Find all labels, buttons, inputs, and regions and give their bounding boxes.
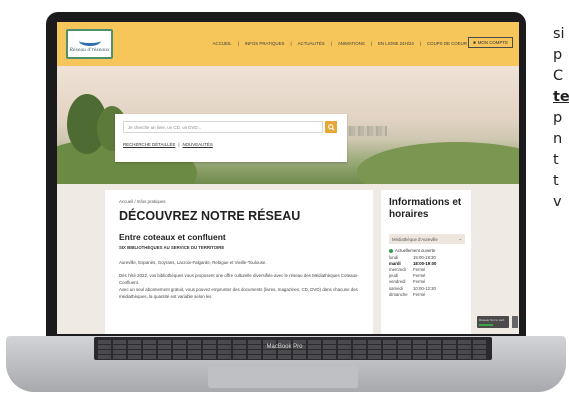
logo-text: Réseau d'réseaux (69, 47, 110, 53)
side-text-line: v (553, 194, 562, 210)
chevron-down-icon: ⌄ (458, 236, 462, 241)
user-icon: ■ (473, 40, 476, 45)
site-logo[interactable]: Réseau d'réseaux (66, 29, 113, 59)
side-text-link[interactable]: te (553, 87, 569, 108)
side-text-line: n (553, 131, 563, 147)
paragraph: Avec un seul abonnement gratuit, vous po… (119, 287, 358, 299)
key-row (98, 350, 488, 354)
side-text-line: p (553, 47, 563, 63)
open-status: Actuellement ouverte (389, 248, 435, 253)
laptop-screen: Réseau d'réseaux ACCUEIL | INFOS PRATIQU… (57, 22, 519, 334)
side-text-line: C (553, 68, 564, 84)
account-button[interactable]: ■ MON COMPTE (468, 37, 513, 48)
hours-row: dimanche Fermé (389, 291, 426, 297)
hill (357, 142, 519, 184)
advanced-search-link[interactable]: RECHERCHE DÉTAILLÉE (123, 142, 175, 147)
account-button-label: MON COMPTE (477, 40, 508, 45)
library-select-value: Médiathèque d'Aureville (392, 236, 438, 242)
opening-hours: lundi 15:00-18:30 mardi 18:00-19:00 mercre… (389, 254, 467, 297)
search-links: RECHERCHE DÉTAILLÉE | NOUVEAUTÉS (123, 142, 213, 147)
device-model-label: MacBook Pro (266, 344, 303, 350)
new-items-link[interactable]: NOUVEAUTÉS (183, 142, 213, 147)
nav-item-infos-pratiques[interactable]: INFOS PRATIQUES (245, 41, 285, 46)
photo-stage: si p C te p n t t v MacBook Pro Réseau d… (0, 0, 569, 394)
book-icon (78, 36, 101, 46)
corner-widget[interactable]: Réseau Sur le web (477, 316, 509, 328)
corner-widget-bar (479, 324, 493, 326)
library-select[interactable]: Médiathèque d'Aureville ⌄ (389, 234, 465, 244)
search-card: Je cherche un livre, un CD, un DVD... RE… (115, 114, 347, 162)
site-header: Réseau d'réseaux ACCUEIL | INFOS PRATIQU… (57, 22, 519, 66)
side-text-line: t (553, 173, 559, 189)
breadcrumb[interactable]: Accueil / Infos pratiques (119, 199, 166, 204)
section-kicker: SIX BIBLIOTHÈQUES AU SERVICE DU TERRITOI… (119, 245, 225, 250)
search-input[interactable]: Je cherche un livre, un CD, un DVD... (123, 121, 323, 133)
key-row (98, 355, 488, 359)
nav-item-actualites[interactable]: ACTUALITÉS (298, 41, 325, 46)
side-article-text: si p C te p n t t v (553, 24, 569, 213)
nav-item-coups-de-coeur[interactable]: COUPS DE COEUR (427, 41, 467, 46)
paragraph: Dès l'été 2022, vos bibliothèques vous p… (119, 273, 359, 285)
section-subtitle: Entre coteaux et confluent (119, 232, 226, 242)
main-content: Accueil / Infos pratiques DÉCOUVREZ NOTR… (105, 190, 373, 334)
status-dot-icon (389, 248, 393, 253)
side-text-line: si (553, 26, 565, 42)
corner-widget-label: Réseau Sur le web (479, 318, 505, 322)
corner-close-button[interactable] (512, 316, 518, 328)
info-sidebar: Informations et horaires Médiathèque d'A… (381, 190, 471, 334)
nav-item-accueil[interactable]: ACCUEIL (213, 41, 232, 46)
sidebar-title: Informations et horaires (389, 197, 462, 220)
main-nav: ACCUEIL | INFOS PRATIQUES | ACTUALITÉS |… (212, 41, 467, 46)
nav-item-en-ligne[interactable]: EN LIGNE 24H/24 (378, 41, 414, 46)
side-text-line: t (553, 152, 559, 168)
search-icon (327, 123, 335, 131)
search-button[interactable] (325, 121, 337, 133)
paragraph: Aureville, Espanès, Goyrans, Lacroix-Fal… (119, 260, 267, 265)
laptop-trackpad (208, 366, 358, 388)
open-status-label: Actuellement ouverte (395, 248, 436, 253)
nav-item-animations[interactable]: ANIMATIONS (338, 41, 365, 46)
side-text-line: p (553, 110, 563, 126)
page-title: DÉCOUVREZ NOTRE RÉSEAU (119, 209, 301, 223)
